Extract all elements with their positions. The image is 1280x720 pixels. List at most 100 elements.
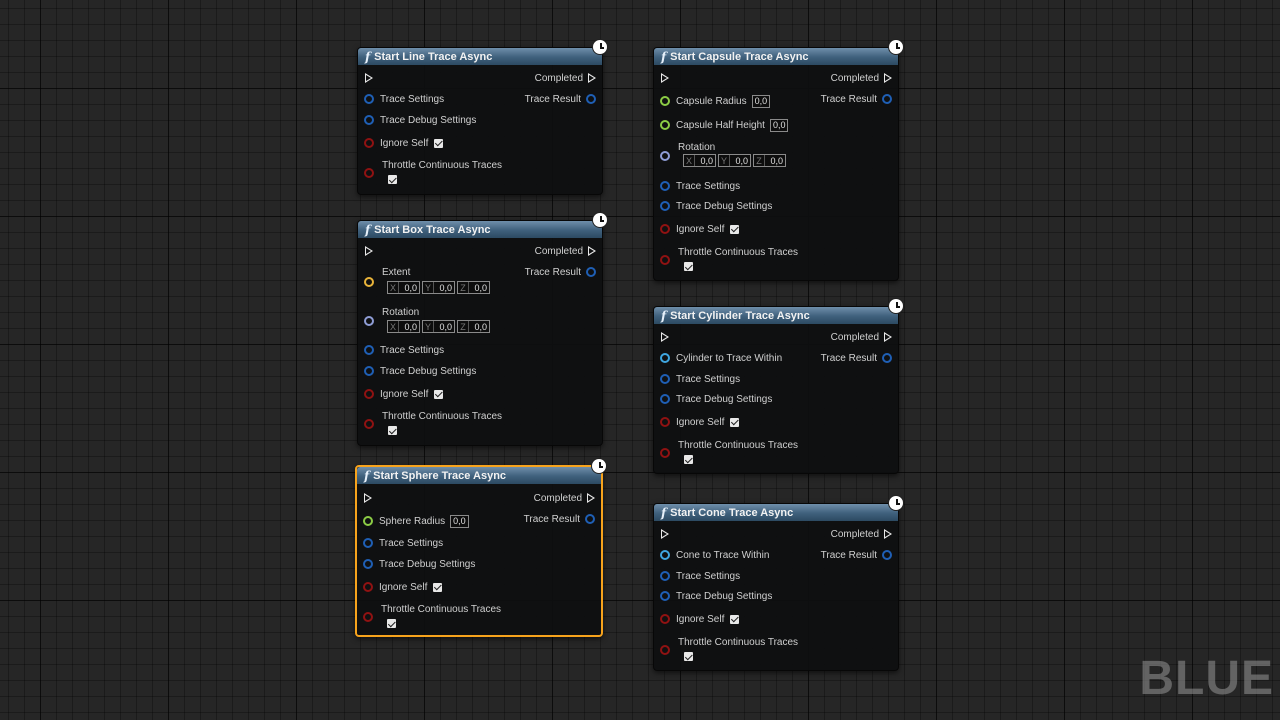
trace-result-pin[interactable] xyxy=(882,353,892,363)
ignore-self-pin[interactable] xyxy=(660,224,670,234)
completed-label: Completed xyxy=(830,72,879,84)
completed-exec-pin[interactable] xyxy=(587,493,595,503)
completed-exec-pin[interactable] xyxy=(884,73,892,83)
ignore-self-pin[interactable] xyxy=(364,138,374,148)
trace-debug-settings-pin[interactable] xyxy=(364,366,374,376)
rotation-z-input[interactable]: Z 0,0 xyxy=(753,154,786,167)
node-start-cylinder-trace-async[interactable]: f Start Cylinder Trace Async Completed C… xyxy=(653,298,904,474)
exec-in-pin[interactable] xyxy=(365,73,373,83)
exec-in-pin[interactable] xyxy=(661,529,669,539)
node-header[interactable]: f Start Cylinder Trace Async xyxy=(654,298,904,324)
node-title: Start Box Trace Async xyxy=(374,223,491,236)
node-start-line-trace-async[interactable]: f Start Line Trace Async Completed Trace… xyxy=(357,39,608,195)
rotation-pin[interactable] xyxy=(364,316,374,326)
completed-label: Completed xyxy=(534,245,583,257)
trace-settings-pin[interactable] xyxy=(660,181,670,191)
rotation-pin[interactable] xyxy=(660,151,670,161)
capsule-radius-pin[interactable] xyxy=(660,96,670,106)
throttle-pin[interactable] xyxy=(660,448,670,458)
node-start-box-trace-async[interactable]: f Start Box Trace Async Completed Extent… xyxy=(357,212,608,446)
trace-result-label: Trace Result xyxy=(524,93,581,105)
trace-result-label: Trace Result xyxy=(820,352,877,364)
capsule-radius-label: Capsule Radius xyxy=(676,95,747,107)
capsule-half-height-pin[interactable] xyxy=(660,120,670,130)
completed-exec-pin[interactable] xyxy=(884,332,892,342)
throttle-pin[interactable] xyxy=(364,419,374,429)
cone-to-trace-within-pin[interactable] xyxy=(660,550,670,560)
throttle-pin[interactable] xyxy=(660,255,670,265)
node-start-cone-trace-async[interactable]: f Start Cone Trace Async Completed Cone … xyxy=(653,495,904,671)
ignore-self-pin[interactable] xyxy=(363,582,373,592)
trace-result-pin[interactable] xyxy=(882,550,892,560)
extent-vector-field: X 0,0 Y 0,0 Z 0,0 xyxy=(387,281,490,294)
rotation-y-input[interactable]: Y 0,0 xyxy=(422,320,455,333)
throttle-pin[interactable] xyxy=(363,612,373,622)
extent-pin[interactable] xyxy=(364,277,374,287)
extent-z-input[interactable]: Z 0,0 xyxy=(457,281,490,294)
sphere-radius-pin[interactable] xyxy=(363,516,373,526)
node-title: Start Cylinder Trace Async xyxy=(670,309,810,322)
trace-debug-settings-pin[interactable] xyxy=(660,394,670,404)
ignore-self-checkbox[interactable] xyxy=(730,614,740,624)
extent-y-input[interactable]: Y 0,0 xyxy=(422,281,455,294)
trace-settings-label: Trace Settings xyxy=(380,344,445,356)
node-start-sphere-trace-async[interactable]: f Start Sphere Trace Async Completed Sph… xyxy=(355,458,607,637)
node-start-capsule-trace-async[interactable]: f Start Capsule Trace Async Completed Ca… xyxy=(653,39,904,281)
trace-result-pin[interactable] xyxy=(586,94,596,104)
rotation-x-input[interactable]: X 0,0 xyxy=(387,320,420,333)
function-icon: f xyxy=(365,49,371,64)
node-header[interactable]: f Start Line Trace Async xyxy=(358,39,608,65)
trace-debug-settings-pin[interactable] xyxy=(363,559,373,569)
node-header[interactable]: f Start Sphere Trace Async xyxy=(357,458,607,484)
completed-exec-pin[interactable] xyxy=(884,529,892,539)
ignore-self-checkbox[interactable] xyxy=(433,582,443,592)
trace-result-pin[interactable] xyxy=(882,94,892,104)
trace-settings-pin[interactable] xyxy=(363,538,373,548)
node-header[interactable]: f Start Box Trace Async xyxy=(358,212,608,238)
function-icon: f xyxy=(661,308,667,323)
ignore-self-pin[interactable] xyxy=(660,417,670,427)
rotation-y-input[interactable]: Y 0,0 xyxy=(718,154,751,167)
throttle-pin[interactable] xyxy=(364,168,374,178)
throttle-checkbox[interactable] xyxy=(684,455,693,464)
ignore-self-checkbox[interactable] xyxy=(434,138,444,148)
throttle-checkbox[interactable] xyxy=(388,426,397,435)
trace-settings-pin[interactable] xyxy=(660,374,670,384)
trace-settings-pin[interactable] xyxy=(660,571,670,581)
blueprint-watermark: BLUE xyxy=(1139,652,1274,705)
exec-in-pin[interactable] xyxy=(661,332,669,342)
completed-exec-pin[interactable] xyxy=(588,246,596,256)
ignore-self-label: Ignore Self xyxy=(676,416,725,428)
exec-in-pin[interactable] xyxy=(364,493,372,503)
ignore-self-checkbox[interactable] xyxy=(434,389,444,399)
rotation-x-input[interactable]: X 0,0 xyxy=(683,154,716,167)
throttle-checkbox[interactable] xyxy=(684,262,693,271)
trace-settings-pin[interactable] xyxy=(364,345,374,355)
trace-debug-settings-pin[interactable] xyxy=(660,591,670,601)
completed-exec-pin[interactable] xyxy=(588,73,596,83)
extent-x-input[interactable]: X 0,0 xyxy=(387,281,420,294)
exec-in-pin[interactable] xyxy=(365,246,373,256)
throttle-checkbox[interactable] xyxy=(684,652,693,661)
capsule-radius-input[interactable]: 0,0 xyxy=(751,94,771,108)
completed-label: Completed xyxy=(533,492,582,504)
throttle-checkbox[interactable] xyxy=(387,619,396,628)
capsule-half-height-input[interactable]: 0,0 xyxy=(769,118,789,132)
sphere-radius-input[interactable]: 0,0 xyxy=(450,514,469,528)
ignore-self-pin[interactable] xyxy=(364,389,374,399)
ignore-self-checkbox[interactable] xyxy=(730,224,740,234)
function-icon: f xyxy=(365,222,371,237)
ignore-self-pin[interactable] xyxy=(660,614,670,624)
exec-in-pin[interactable] xyxy=(661,73,669,83)
node-header[interactable]: f Start Capsule Trace Async xyxy=(654,39,904,65)
trace-settings-pin[interactable] xyxy=(364,94,374,104)
trace-debug-settings-pin[interactable] xyxy=(660,201,670,211)
ignore-self-checkbox[interactable] xyxy=(730,417,740,427)
throttle-checkbox[interactable] xyxy=(388,175,397,184)
cylinder-to-trace-within-pin[interactable] xyxy=(660,353,670,363)
trace-debug-settings-pin[interactable] xyxy=(364,115,374,125)
rotation-z-input[interactable]: Z 0,0 xyxy=(457,320,490,333)
throttle-pin[interactable] xyxy=(660,645,670,655)
trace-result-pin[interactable] xyxy=(585,514,595,524)
node-header[interactable]: f Start Cone Trace Async xyxy=(654,495,904,521)
